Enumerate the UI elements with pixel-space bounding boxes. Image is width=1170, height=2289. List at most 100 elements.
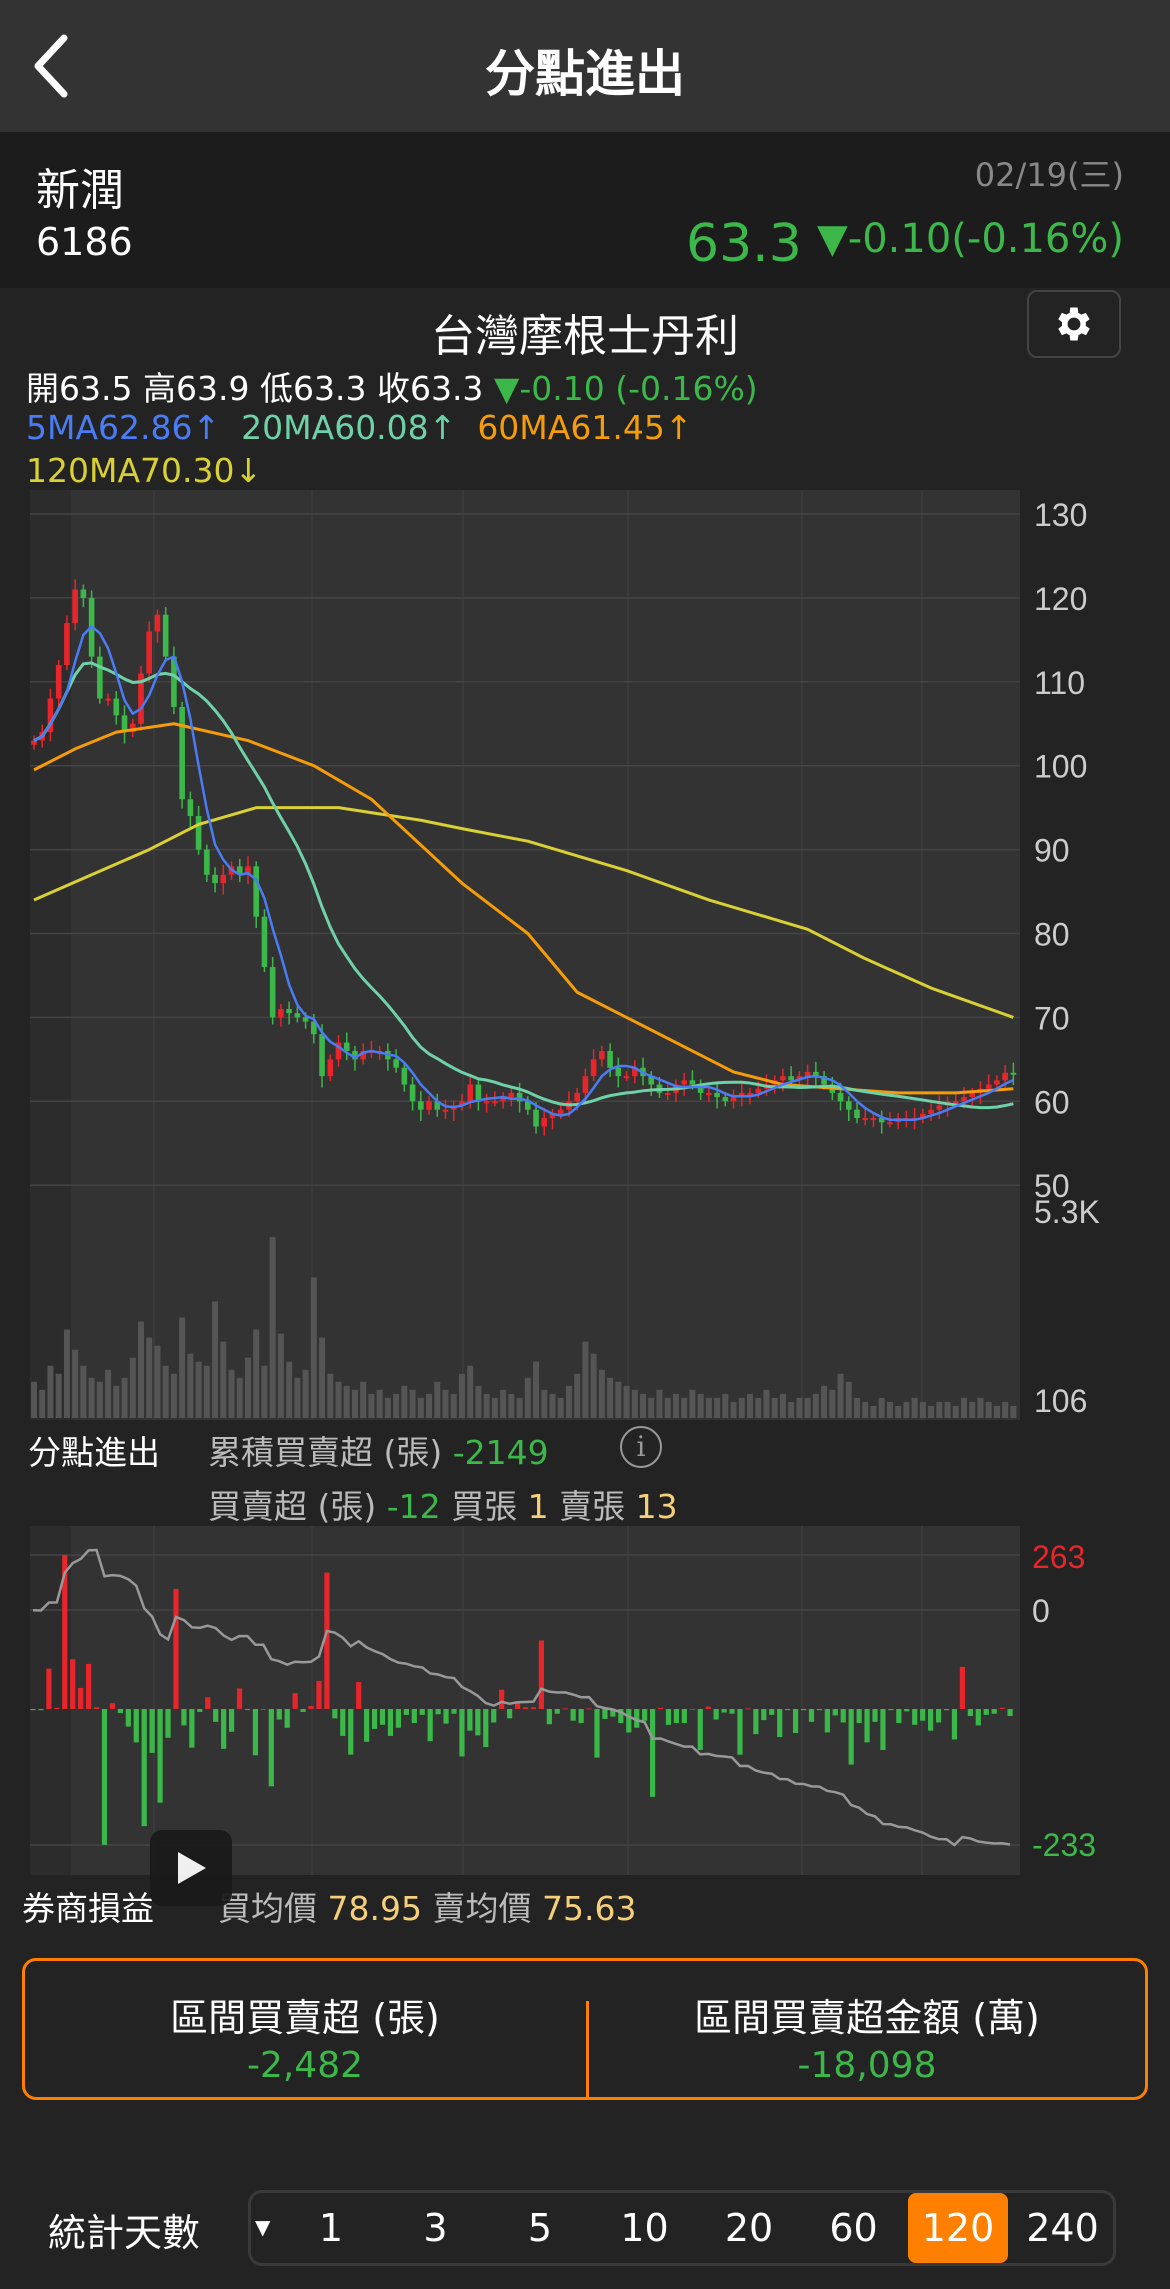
candle-body bbox=[294, 1013, 301, 1018]
candle-body bbox=[599, 1050, 605, 1060]
volume-bar bbox=[919, 1401, 926, 1418]
net-flow-bar bbox=[1007, 1709, 1013, 1717]
period-option-5[interactable]: 5 bbox=[490, 2193, 590, 2263]
candle-body bbox=[936, 1105, 943, 1110]
volume-bar bbox=[409, 1389, 416, 1418]
period-option-10[interactable]: 10 bbox=[595, 2193, 695, 2263]
volume-bar bbox=[565, 1385, 572, 1418]
volume-bar bbox=[195, 1361, 202, 1418]
period-option-20[interactable]: 20 bbox=[699, 2193, 799, 2263]
volume-bar bbox=[187, 1353, 194, 1418]
volume-bar bbox=[977, 1397, 984, 1418]
net-flow-bar bbox=[896, 1709, 902, 1724]
flow-min-label: -233 bbox=[1032, 1827, 1096, 1863]
net-flow-bar bbox=[586, 1708, 592, 1710]
net-flow-bar bbox=[673, 1709, 680, 1724]
candle-body bbox=[780, 1076, 786, 1081]
net-flow-bar bbox=[737, 1709, 743, 1755]
stock-name: 新潤 bbox=[36, 165, 124, 216]
volume-bar bbox=[121, 1377, 128, 1418]
net-flow-bar bbox=[880, 1709, 886, 1750]
volume-bar bbox=[985, 1401, 992, 1418]
net-flow-bar bbox=[403, 1709, 409, 1715]
volume-bar bbox=[491, 1397, 498, 1418]
net-flow-bar bbox=[316, 1680, 322, 1709]
net-lots-value: -2,482 bbox=[246, 2045, 364, 2086]
net-flow-bar bbox=[379, 1709, 386, 1725]
candle-body bbox=[426, 1101, 432, 1110]
net-flow-bar bbox=[117, 1709, 123, 1714]
volume-bar bbox=[516, 1397, 523, 1418]
net-flow-bar bbox=[340, 1709, 346, 1736]
net-flow-bar bbox=[745, 1708, 751, 1710]
period-option-240[interactable]: 240 bbox=[1013, 2193, 1113, 2263]
y-tick-label: 80 bbox=[1034, 917, 1070, 953]
y-tick-label: 70 bbox=[1034, 1000, 1070, 1036]
caret-down-icon[interactable]: ▼ bbox=[255, 2215, 270, 2239]
flow-chart[interactable]: 263 0 -233 bbox=[0, 1520, 1170, 1880]
net-flow-bar bbox=[387, 1709, 394, 1736]
settings-button[interactable] bbox=[1027, 290, 1121, 358]
candle-body bbox=[574, 1092, 580, 1102]
net-flow-bar bbox=[371, 1709, 378, 1729]
volume-bar bbox=[55, 1373, 62, 1418]
candle-body bbox=[261, 916, 268, 968]
volume-bar bbox=[607, 1377, 614, 1418]
volume-bar bbox=[796, 1397, 803, 1418]
period-option-1[interactable]: 1 bbox=[281, 2193, 381, 2263]
net-flow-bar bbox=[991, 1709, 997, 1714]
net-flow-bar bbox=[356, 1682, 362, 1709]
candle-body bbox=[483, 1101, 490, 1104]
candle-body bbox=[870, 1118, 877, 1121]
period-option-60[interactable]: 60 bbox=[804, 2193, 904, 2263]
candle-body bbox=[105, 698, 111, 701]
volume-bar bbox=[72, 1349, 79, 1418]
volume-bar bbox=[960, 1397, 967, 1418]
volume-bar bbox=[837, 1373, 844, 1418]
volume-bar bbox=[656, 1389, 663, 1418]
volume-bar bbox=[450, 1393, 457, 1418]
period-selector: ▼ 1 3 5 10 20 60 120 240 bbox=[248, 2190, 1116, 2266]
candle-body bbox=[319, 1034, 325, 1077]
net-flow-bar bbox=[411, 1709, 417, 1724]
net-flow-bar bbox=[697, 1709, 703, 1750]
volume-bar bbox=[936, 1401, 943, 1418]
period-option-120[interactable]: 120 bbox=[908, 2193, 1008, 2263]
volume-bar bbox=[886, 1401, 893, 1418]
volume-bar bbox=[598, 1369, 605, 1418]
net-flow-bar bbox=[928, 1709, 934, 1731]
net-flow-bar bbox=[777, 1709, 783, 1738]
stock-change: ▼-0.10(-0.16%) bbox=[817, 216, 1124, 262]
net-flow-bar bbox=[101, 1709, 108, 1845]
period-option-3[interactable]: 3 bbox=[386, 2193, 486, 2263]
volume-bar bbox=[228, 1369, 235, 1418]
close-label: 收 bbox=[376, 369, 410, 408]
price-chart[interactable]: 13012011010090807060505.3K106 bbox=[0, 490, 1170, 1420]
top-bar: 分點進出 bbox=[0, 0, 1170, 132]
volume-bar bbox=[993, 1405, 1000, 1418]
volume-bar bbox=[1002, 1401, 1009, 1418]
net-flow-bar bbox=[197, 1709, 203, 1712]
net-flow-bar bbox=[665, 1709, 672, 1725]
net-flow-bar bbox=[967, 1709, 973, 1717]
volume-bar bbox=[458, 1373, 465, 1418]
net-flow-bar bbox=[769, 1709, 775, 1715]
candle-body bbox=[969, 1092, 976, 1098]
ma-legend: 5MA62.86↑ 20MA60.08↑ 60MA61.45↑ bbox=[26, 408, 692, 447]
candle-body bbox=[681, 1080, 687, 1085]
play-button[interactable] bbox=[150, 1830, 232, 1906]
volume-bar bbox=[533, 1361, 540, 1418]
net-flow-bar bbox=[824, 1709, 830, 1733]
cumulative-zero-label: 0 bbox=[1032, 1593, 1050, 1629]
volume-bar bbox=[845, 1381, 852, 1418]
candle-body bbox=[204, 849, 210, 875]
volume-bar bbox=[212, 1301, 219, 1418]
net-flow-bar bbox=[189, 1709, 195, 1748]
info-icon[interactable]: i bbox=[620, 1426, 662, 1468]
net-flow-bar bbox=[959, 1666, 965, 1709]
volume-bar bbox=[812, 1393, 819, 1418]
volume-bar bbox=[335, 1381, 342, 1418]
net-flow-bar bbox=[705, 1706, 711, 1709]
volume-bar bbox=[969, 1401, 976, 1418]
net-flow-bar bbox=[554, 1709, 560, 1714]
